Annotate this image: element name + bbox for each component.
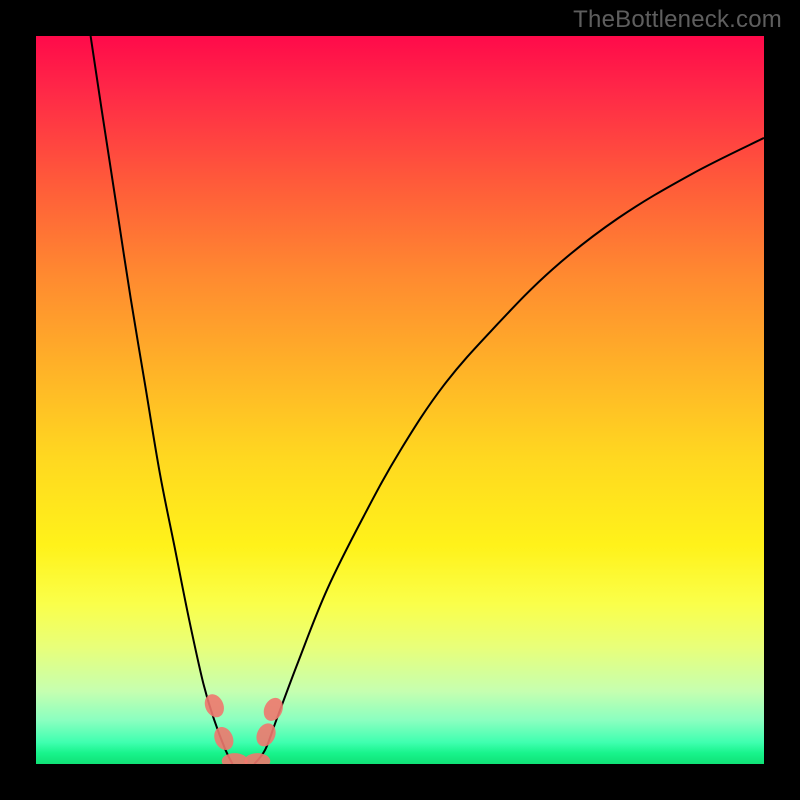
marker-left-wall-upper [201, 691, 227, 720]
curve-left-branch [91, 36, 233, 764]
marker-floor-right [244, 753, 270, 764]
marker-floor-left [222, 753, 248, 764]
watermark-text: TheBottleneck.com [573, 6, 782, 34]
chart-frame: TheBottleneck.com [0, 0, 800, 800]
curve-right-branch [254, 138, 764, 764]
marker-left-wall-lower [211, 724, 237, 753]
marker-right-wall-upper [260, 695, 286, 724]
bottleneck-curve [91, 36, 764, 764]
plot-area [36, 36, 764, 764]
plot-svg [36, 36, 764, 764]
data-markers [201, 691, 286, 764]
